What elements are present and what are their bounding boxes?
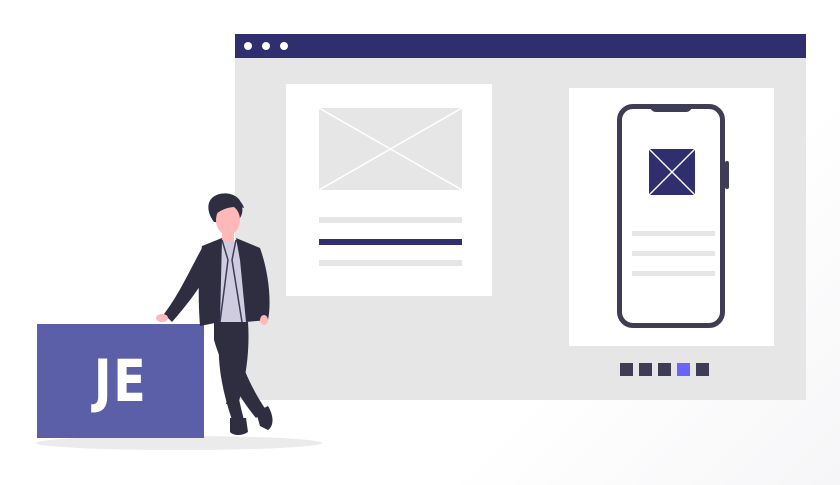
phone-notch bbox=[650, 104, 692, 112]
pager-dot[interactable] bbox=[620, 363, 633, 376]
window-dot-icon bbox=[244, 42, 252, 50]
text-line-placeholder bbox=[319, 217, 462, 223]
image-placeholder-icon bbox=[318, 107, 463, 191]
carousel-pager bbox=[620, 363, 709, 376]
pager-dot-active[interactable] bbox=[677, 363, 690, 376]
logo-text: JE bbox=[93, 347, 148, 415]
window-dot-icon bbox=[280, 42, 288, 50]
person-illustration bbox=[156, 193, 273, 435]
hero-illustration: JE bbox=[0, 0, 840, 485]
pager-dot[interactable] bbox=[658, 363, 671, 376]
text-line-placeholder bbox=[319, 260, 462, 266]
window-dot-icon bbox=[262, 42, 270, 50]
desktop-card-mockup bbox=[286, 84, 492, 296]
text-line-highlight bbox=[319, 239, 462, 245]
phone-side-button bbox=[725, 161, 729, 189]
text-line-placeholder bbox=[632, 231, 715, 236]
text-line-placeholder bbox=[632, 251, 715, 256]
browser-titlebar bbox=[235, 34, 806, 58]
text-line-placeholder bbox=[632, 271, 715, 276]
browser-window-mockup bbox=[235, 34, 806, 400]
pager-dot[interactable] bbox=[639, 363, 652, 376]
mobile-card-mockup bbox=[569, 88, 774, 346]
phone-icon bbox=[617, 104, 729, 328]
pager-dot[interactable] bbox=[696, 363, 709, 376]
image-placeholder-icon bbox=[648, 148, 696, 196]
